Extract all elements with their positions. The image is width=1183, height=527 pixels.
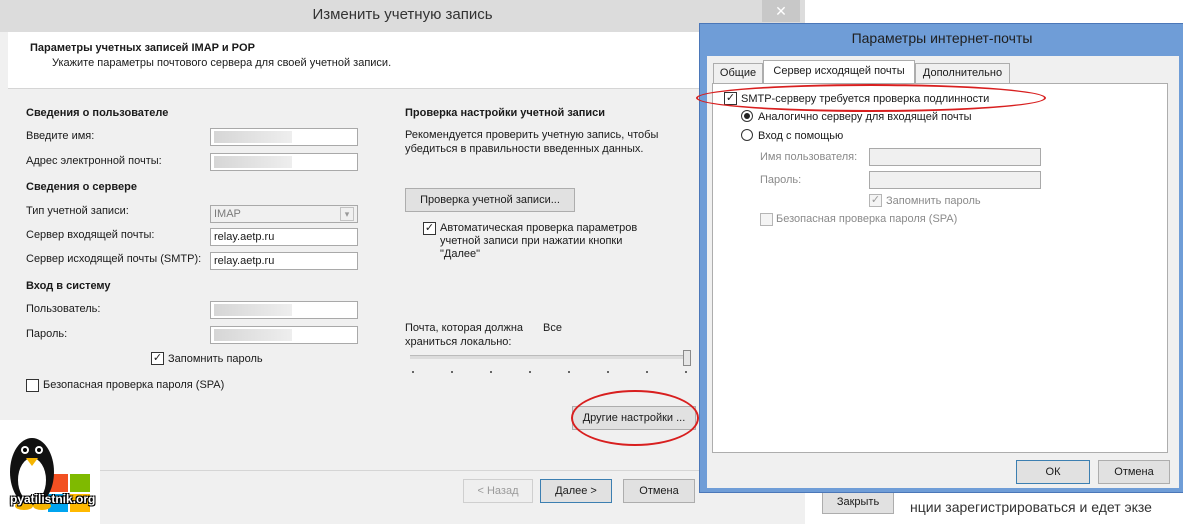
tab-general[interactable]: Общие (713, 63, 763, 83)
verify-text-2: убедиться в правильности введенных данны… (405, 143, 644, 155)
user-info-heading: Сведения о пользователе (26, 107, 169, 119)
chevron-down-icon: ▾ (340, 207, 354, 221)
email-field[interactable] (210, 153, 358, 171)
slider-tick (646, 371, 648, 373)
user-field[interactable] (210, 301, 358, 319)
divider (0, 470, 805, 471)
penguin-logo-icon (10, 438, 90, 512)
same-as-incoming-label: Аналогично серверу для входящей почты (758, 111, 972, 123)
auto-check-label-3: "Далее" (440, 248, 481, 260)
login-with-label: Вход с помощью (758, 130, 844, 142)
auto-check-label-2: учетной записи при нажатии кнопки (440, 235, 623, 247)
incoming-server-field[interactable]: relay.aetp.ru (210, 228, 358, 246)
site-logo (0, 420, 100, 524)
user-label: Пользователь: (26, 303, 101, 315)
password-field[interactable] (869, 171, 1041, 189)
mail-local-label-1: Почта, которая должна (405, 322, 524, 334)
slider-tick (568, 371, 570, 373)
spa-label: Безопасная проверка пароля (SPA) (776, 213, 958, 225)
incoming-server-label: Сервер входящей почты: (26, 229, 155, 241)
auto-check-checkbox[interactable]: ✓ (423, 222, 436, 235)
mail-local-label-2: храниться локально: (405, 336, 512, 348)
slider-tick (529, 371, 531, 373)
login-with-radio[interactable] (741, 129, 753, 141)
remember-password-checkbox[interactable]: ✓ (151, 352, 164, 365)
account-type-label: Тип учетной записи: (26, 205, 129, 217)
slider-tick (607, 371, 609, 373)
header-subtitle: Укажите параметры почтового сервера для … (52, 57, 392, 69)
close-dialog-button[interactable]: Закрыть (822, 490, 894, 514)
password-label: Пароль: (760, 174, 802, 186)
server-info-heading: Сведения о сервере (26, 181, 137, 193)
cancel-button[interactable]: Отмена (1098, 460, 1170, 484)
spa-checkbox[interactable] (26, 379, 39, 392)
password-label: Пароль: (26, 328, 68, 340)
tab-advanced[interactable]: Дополнительно (915, 63, 1010, 83)
auto-check-label-1: Автоматическая проверка параметров (440, 222, 638, 234)
remember-password-checkbox[interactable]: ✓ (869, 194, 882, 207)
slider-tick (685, 371, 687, 373)
verify-account-button[interactable]: Проверка учетной записи... (405, 188, 575, 212)
close-button[interactable]: ✕ (762, 0, 800, 22)
mail-local-value: Все (543, 322, 562, 334)
spa-label: Безопасная проверка пароля (SPA) (43, 379, 225, 391)
window-title: Изменить учетную запись (312, 6, 493, 23)
window-title: Параметры интернет-почты (851, 30, 1033, 46)
cancel-button[interactable]: Отмена (623, 479, 695, 503)
name-field[interactable] (210, 128, 358, 146)
login-heading: Вход в систему (26, 280, 111, 292)
tab-outgoing-server[interactable]: Сервер исходящей почты (763, 60, 915, 84)
spa-checkbox[interactable] (760, 213, 773, 226)
annotation-ellipse (696, 84, 1046, 112)
ok-button[interactable]: ОК (1016, 460, 1090, 484)
outgoing-server-field[interactable]: relay.aetp.ru (210, 252, 358, 270)
remember-password-label: Запомнить пароль (886, 195, 981, 207)
password-field[interactable] (210, 326, 358, 344)
username-field[interactable] (869, 148, 1041, 166)
next-button[interactable]: Далее > (540, 479, 612, 503)
slider-tick (412, 371, 414, 373)
verify-heading: Проверка настройки учетной записи (405, 107, 606, 119)
email-label: Адрес электронной почты: (26, 155, 162, 167)
slider-tick (490, 371, 492, 373)
mail-slider-thumb[interactable] (683, 350, 691, 366)
account-type-value: IMAP (214, 208, 241, 220)
username-label: Имя пользователя: (760, 151, 858, 163)
background-text: нции зарегистрироваться и едет экзе (910, 499, 1152, 515)
slider-tick (451, 371, 453, 373)
outgoing-server-label: Сервер исходящей почты (SMTP): (26, 253, 202, 265)
logo-text: pyatilistnik.org (10, 492, 96, 506)
same-as-incoming-radio[interactable] (741, 110, 753, 122)
account-type-select[interactable]: IMAP ▾ (210, 205, 358, 223)
name-label: Введите имя: (26, 130, 95, 142)
mail-slider-track[interactable] (410, 355, 690, 359)
header-title: Параметры учетных записей IMAP и POP (30, 42, 255, 54)
annotation-ellipse (571, 390, 699, 446)
remember-password-label: Запомнить пароль (168, 353, 263, 365)
verify-text-1: Рекомендуется проверить учетную запись, … (405, 129, 659, 141)
back-button[interactable]: < Назад (463, 479, 533, 503)
